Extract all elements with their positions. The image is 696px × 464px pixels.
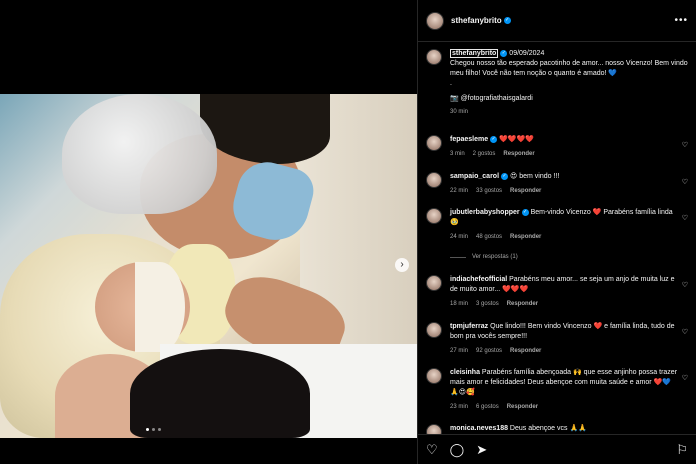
comment-avatar[interactable] [426, 135, 442, 151]
comment-meta: 18 min 3 gostos Responder [450, 299, 678, 309]
comment-age: 23 min [450, 404, 469, 410]
post-photo[interactable]: › [0, 94, 417, 438]
save-bookmark-icon[interactable]: ⚐ [676, 442, 688, 458]
carousel-dots [146, 428, 161, 431]
comment-age: 3 min [450, 151, 465, 157]
comment-text: Parabéns família abençoada 🙌 que esse an… [450, 369, 678, 396]
comment-reply-button[interactable]: Responder [510, 232, 541, 242]
comment-item: jubutlerbabyshopper ✓ Bem-vindo Vicenzo ❤… [418, 208, 696, 242]
comment-text: 😍 bem vindo !!! [508, 173, 560, 180]
view-replies-button[interactable]: Ver respostas (1) [450, 254, 518, 260]
comment-body: monica.neves188 Deus abençoe vcs 🙏🙏 [450, 424, 678, 434]
verified-badge-icon: ✓ [501, 172, 509, 180]
caption-author[interactable]: sthefanybrito [450, 49, 499, 58]
post-header: sthefanybrito ✓ ••• [418, 0, 696, 42]
carousel-dot [158, 428, 161, 431]
comment-body: sampaio_carol ✓ 😍 bem vindo !!! 22 min 33… [450, 172, 678, 196]
comment-likes[interactable]: 92 gostos [476, 346, 502, 356]
like-heart-icon[interactable]: ♡ [426, 442, 438, 458]
author-avatar[interactable] [426, 11, 444, 30]
verified-badge-icon: ✓ [521, 208, 529, 216]
caption-dot: . [450, 80, 452, 87]
comment-item: sampaio_carol ✓ 😍 bem vindo !!! 22 min 33… [418, 172, 696, 196]
caption-credit[interactable]: 📷 @fotografiathaisgalardi [450, 94, 688, 104]
comment-meta: 24 min 48 gostos Responder [450, 232, 678, 242]
comment-username[interactable]: sampaio_carol [450, 173, 499, 180]
comment-age: 24 min [450, 234, 469, 240]
comment-username[interactable]: fepaesleme [450, 136, 488, 143]
comment-age: 22 min [450, 188, 469, 194]
comment-item: cleisinha Parabéns família abençoada 🙌 q… [418, 368, 696, 412]
comment-username[interactable]: monica.neves188 [450, 425, 508, 432]
post-side-panel: sthefanybrito ✓ ••• sthefanybrito ✓ 09/09… [417, 0, 696, 464]
photo-surgical-cap [62, 94, 217, 214]
post-time-ago: 30 min [450, 109, 469, 115]
comment-body: fepaesleme ✓ ❤️❤️❤️❤️ 3 min 2 gostos Resp… [450, 135, 678, 159]
comment-like-icon[interactable]: ♡ [682, 141, 688, 149]
comment-reply-button[interactable]: Responder [503, 149, 534, 159]
comment-age: 27 min [450, 348, 469, 354]
comment-avatar[interactable] [426, 368, 442, 384]
comment-meta: 27 min 92 gostos Responder [450, 346, 678, 356]
comment-item: monica.neves188 Deus abençoe vcs 🙏🙏 [418, 424, 696, 434]
comment-username[interactable]: indiachefeofficial [450, 276, 507, 283]
verified-badge-icon: ✓ [503, 17, 511, 24]
author-username[interactable]: sthefanybrito [451, 16, 502, 25]
comment-item: fepaesleme ✓ ❤️❤️❤️❤️ 3 min 2 gostos Resp… [418, 135, 696, 159]
photo-mother-hair [130, 349, 310, 438]
post-date: 09/09/2024 [509, 50, 545, 57]
comment-reply-button[interactable]: Responder [510, 346, 541, 356]
comment-avatar[interactable] [426, 322, 442, 338]
comment-likes[interactable]: 2 gostos [473, 149, 496, 159]
comment-bubble-icon[interactable]: ◯ [450, 442, 465, 458]
comment-meta: 22 min 33 gostos Responder [450, 186, 678, 196]
carousel-next-button[interactable]: › [395, 258, 409, 272]
comment-age: 18 min [450, 301, 469, 307]
more-options-icon[interactable]: ••• [674, 15, 688, 26]
comments-scroll[interactable]: sthefanybrito ✓ 09/09/2024 Chegou nosso t… [418, 43, 696, 434]
comment-text: Deus abençoe vcs 🙏🙏 [507, 425, 587, 432]
comment-meta: 3 min 2 gostos Responder [450, 149, 678, 159]
comment-body: cleisinha Parabéns família abençoada 🙌 q… [450, 368, 678, 412]
comment-like-icon[interactable]: ♡ [682, 178, 688, 186]
comment-reply-button[interactable]: Responder [507, 402, 538, 412]
share-send-icon[interactable]: ➤ [476, 442, 487, 458]
comment-like-icon[interactable]: ♡ [682, 214, 688, 222]
post-media-area: › [0, 0, 417, 464]
photo-baby-hat [135, 262, 185, 352]
comment-username[interactable]: tpmjuferraz [450, 323, 488, 330]
comment-avatar[interactable] [426, 208, 442, 224]
post-actions-bar: ♡ ◯ ➤ ⚐ [418, 434, 696, 464]
comment-username[interactable]: cleisinha [450, 369, 480, 376]
comment-avatar[interactable] [426, 424, 442, 434]
comment-meta: 23 min 6 gostos Responder [450, 402, 678, 412]
carousel-dot [146, 428, 149, 431]
comment-body: jubutlerbabyshopper ✓ Bem-vindo Vicenzo ❤… [450, 208, 678, 242]
comment-item: tpmjuferraz Que lindo!!! Bem vindo Vince… [418, 322, 696, 356]
comment-avatar[interactable] [426, 275, 442, 291]
comment-like-icon[interactable]: ♡ [682, 374, 688, 382]
comment-body: indiachefeofficial Parabéns meu amor... … [450, 275, 678, 309]
comment-reply-button[interactable]: Responder [507, 299, 538, 309]
comment-likes[interactable]: 33 gostos [476, 186, 502, 196]
verified-badge-icon: ✓ [500, 49, 508, 57]
view-replies-line [450, 256, 466, 258]
comment-reply-button[interactable]: Responder [510, 186, 541, 196]
comment-body: tpmjuferraz Que lindo!!! Bem vindo Vince… [450, 322, 678, 356]
comment-username[interactable]: jubutlerbabyshopper [450, 209, 520, 216]
comment-like-icon[interactable]: ♡ [682, 281, 688, 289]
caption-author-avatar[interactable] [426, 49, 442, 65]
caption-text: Chegou nosso tão esperado pacotinho de a… [450, 60, 688, 77]
comment-text: ❤️❤️❤️❤️ [497, 136, 534, 143]
comment-likes[interactable]: 3 gostos [476, 299, 499, 309]
caption-body: sthefanybrito ✓ 09/09/2024 Chegou nosso t… [450, 49, 688, 117]
view-replies-label: Ver respostas (1) [472, 254, 518, 260]
comment-avatar[interactable] [426, 172, 442, 188]
post-caption: sthefanybrito ✓ 09/09/2024 Chegou nosso t… [418, 43, 696, 117]
comment-item: indiachefeofficial Parabéns meu amor... … [418, 275, 696, 309]
comment-likes[interactable]: 48 gostos [476, 232, 502, 242]
comment-likes[interactable]: 6 gostos [476, 402, 499, 412]
comment-like-icon[interactable]: ♡ [682, 328, 688, 336]
carousel-dot [152, 428, 155, 431]
